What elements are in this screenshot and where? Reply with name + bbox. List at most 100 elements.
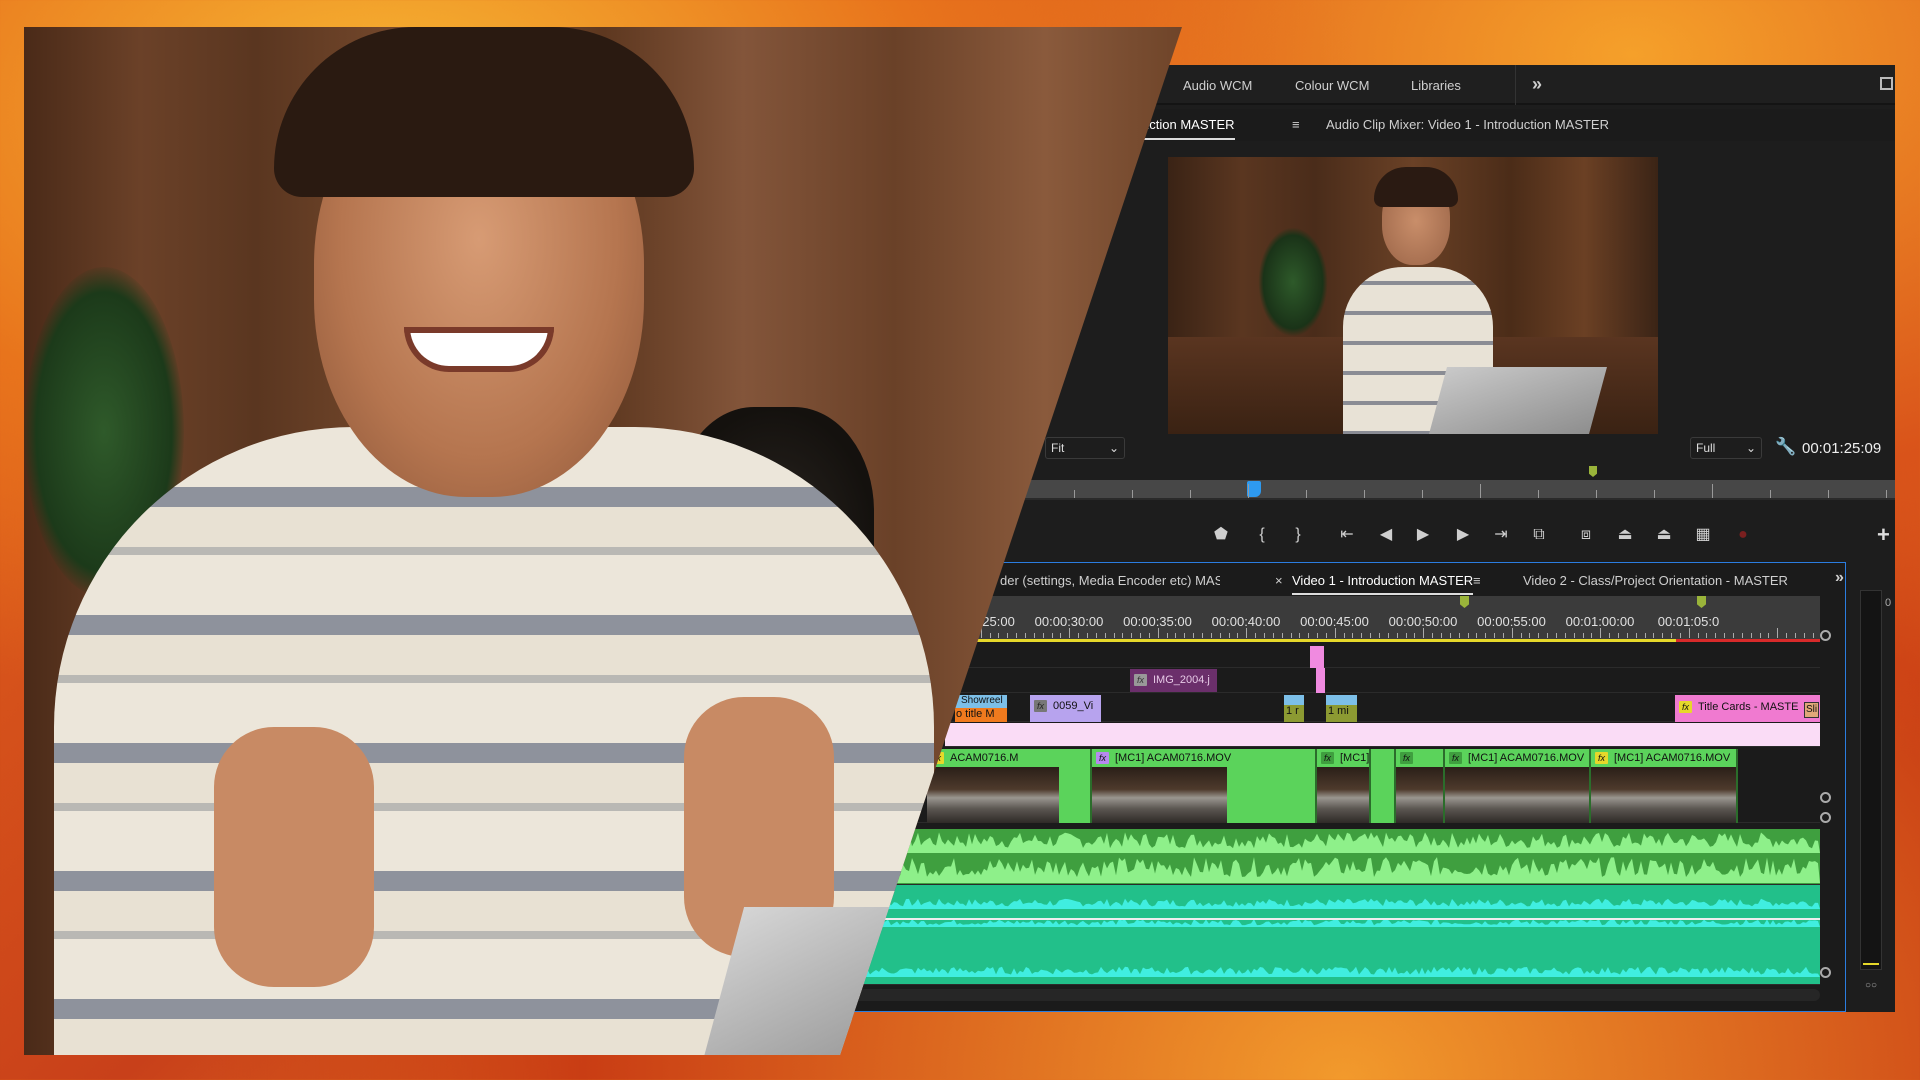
marker[interactable] [1589,466,1597,477]
close-icon[interactable]: × [1275,573,1283,588]
ruler-tick [1803,633,1805,638]
mark-out-icon[interactable]: } [1287,524,1309,546]
add-marker-icon[interactable]: ⬟ [1210,524,1232,546]
video-clip[interactable]: fx [MC1] ACAM0716.MOV [1317,749,1371,823]
tab-video-2[interactable]: Video 2 - Class/Project Orientation - MA… [1523,573,1788,588]
wrench-icon[interactable]: 🔧 [1775,437,1796,457]
ruler-tick [1511,628,1513,638]
clip-thumbnail [1396,767,1443,823]
track-scroll-handle[interactable] [1820,630,1831,641]
clip-label: o title [956,708,983,720]
ruler-tick [1042,633,1044,638]
video-clip[interactable]: fx [1396,749,1445,823]
horizontal-scrollbar[interactable] [840,989,1820,1001]
ruler-tick [1370,633,1372,638]
ruler-tick [1715,633,1717,638]
ruler-tick [1148,633,1150,638]
video-clip[interactable] [1371,749,1396,823]
clip-title[interactable]: o title M [955,708,1007,722]
ruler-timecode: 00:00:55:00 [1477,614,1546,629]
add-button-icon[interactable]: + [1877,522,1890,548]
clip-blue[interactable]: 1 r [1284,695,1304,722]
clip-0059[interactable]: fx 0059_Vi [1030,695,1101,722]
overwrite-icon[interactable]: ⧈ [1575,524,1597,546]
program-monitor-video[interactable] [1168,157,1658,434]
clip-v3[interactable] [1310,646,1324,668]
ruler-tick [1458,633,1460,638]
ruler-tick [1679,633,1681,638]
ruler-tick [1228,633,1230,638]
ruler-tick [1317,633,1319,638]
clip-label: ACAM0716.M [950,752,1019,764]
tabs-overflow-icon[interactable]: » [1835,569,1844,587]
extract-icon[interactable]: ⏏ [1653,524,1675,546]
go-to-out-icon[interactable]: ⇥ [1490,524,1512,546]
marker[interactable] [1697,596,1706,608]
step-back-icon[interactable]: ◀ [1375,524,1397,546]
ruler-tick [1724,633,1726,638]
track-scroll-handle[interactable] [1820,967,1831,978]
zoom-level-dropdown[interactable]: Fit ⌄ [1045,437,1125,459]
scrub-tick [1190,490,1191,498]
go-to-in-icon[interactable]: ⇤ [1336,524,1358,546]
track-a1[interactable] [840,829,1820,885]
workspace-tab-audio[interactable]: Audio WCM [1183,78,1252,93]
mark-in-icon[interactable]: { [1251,524,1273,546]
workspace-tab-colour[interactable]: Colour WCM [1295,78,1369,93]
ruler-tick [1069,628,1071,638]
clip-img-2004[interactable]: fx IMG_2004.j [1130,669,1217,692]
clip-blue-2[interactable]: 1 mi [1326,695,1357,722]
track-a2[interactable] [840,885,1820,985]
resolution-value: Full [1696,441,1716,455]
tab-video-1[interactable]: Video 1 - Introduction MASTER [1292,573,1474,595]
clip-v2-pink[interactable] [1316,668,1325,693]
video-clip[interactable]: fxACAM0716.M [927,749,1092,823]
clip-label: [MC1] ACAM0716.MOV [1614,752,1731,764]
track-v2: fx IMG_2004.j [840,668,1820,693]
video-clip[interactable]: fx [MC1] ACAM0716.MOV [1445,749,1591,823]
ruler-tick [1653,633,1655,638]
clip-showreel[interactable]: Showreel o title M [955,695,1007,722]
playhead[interactable] [1247,481,1261,497]
ruler-tick [1812,633,1814,638]
tab-audio-clip-mixer[interactable]: Audio Clip Mixer: Video 1 - Introduction… [1326,117,1609,132]
ruler-tick [1246,628,1248,638]
export-frame-compare-icon[interactable]: ▦ [1692,524,1714,546]
panel-menu-icon[interactable]: ≡ [1473,573,1481,588]
ruler-tick [1016,633,1018,638]
waveform-channel [840,898,1820,909]
ruler-tick [998,633,1000,638]
marker[interactable] [1460,596,1469,608]
resolution-dropdown[interactable]: Full ⌄ [1690,437,1762,459]
workspace-tab-libraries[interactable]: Libraries [1411,78,1461,93]
clip-label: Title Cards - MASTE [1698,701,1799,713]
ruler-tick [1786,633,1788,638]
ruler-tick [1379,633,1380,638]
share-icon[interactable] [1880,77,1893,90]
video-clip[interactable]: fx [MC1] ACAM0716.MOV [1092,749,1317,823]
workspace-overflow-icon[interactable]: » [1532,74,1542,95]
video-clip[interactable]: fx [MC1] ACAM0716.MOV [1591,749,1738,823]
scrub-tick [1538,490,1539,498]
ruler-tick [1794,633,1796,638]
play-icon[interactable]: ▶ [1412,524,1434,546]
track-scroll-handle[interactable] [1820,792,1831,803]
clip-label: M [985,708,995,720]
panel-menu-icon[interactable]: ≡ [1292,117,1300,132]
adjustment-layer-track[interactable] [945,723,1820,747]
clip-title-cards[interactable]: fx Title Cards - MASTE Sli [1675,695,1820,722]
record-icon[interactable]: ● [1732,524,1754,546]
ruler-timecode: 00:00:35:00 [1123,614,1192,629]
tab-sequence-render[interactable]: der (settings, Media Encoder etc) MASTER [1000,573,1220,588]
step-forward-icon[interactable]: ▶ [1452,524,1474,546]
meter-solo-buttons[interactable]: ○○ [1865,980,1877,991]
insert-icon[interactable]: ⧉ [1528,524,1550,546]
ruler-tick [1432,633,1434,638]
track-scroll-handle[interactable] [1820,812,1831,823]
lift-icon[interactable]: ⏏ [1614,524,1636,546]
clip-label: Showreel [961,695,1003,706]
program-timecode[interactable]: 00:01:25:09 [1802,440,1881,457]
ruler-tick [1662,633,1664,638]
ruler-tick [1626,633,1628,638]
ruler-tick [1263,633,1265,638]
